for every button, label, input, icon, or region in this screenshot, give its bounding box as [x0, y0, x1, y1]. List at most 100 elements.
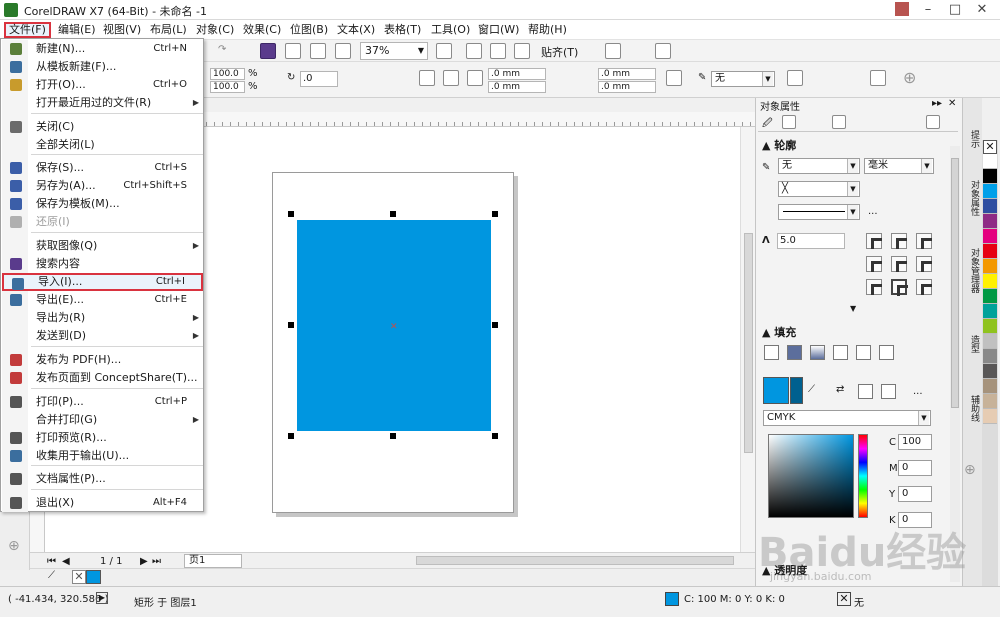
palette-swatch[interactable]	[983, 394, 997, 409]
menu-object[interactable]: 对象(C)	[193, 22, 237, 38]
menu-help[interactable]: 帮助(H)	[525, 22, 570, 38]
maximize-icon[interactable]: □	[945, 1, 965, 19]
menu-item-document-properties[interactable]: 文档属性(P)...	[2, 470, 203, 488]
expand-outline-icon[interactable]: ▼	[850, 304, 856, 313]
menu-item-search-content[interactable]: 搜索内容	[2, 255, 203, 273]
selection-handle[interactable]	[288, 433, 294, 439]
menu-item-export-for[interactable]: 导出为(R) ▶	[2, 309, 203, 327]
menu-table[interactable]: 表格(T)	[381, 22, 424, 38]
palette-swatch[interactable]	[983, 364, 997, 379]
corner-style-round[interactable]	[891, 233, 907, 249]
hue-slider[interactable]	[858, 434, 868, 518]
color-palettes-icon[interactable]	[881, 384, 896, 399]
color-eyedropper-icon[interactable]: ⟋	[808, 384, 815, 395]
previous-fill-color[interactable]	[790, 377, 803, 404]
zoom-level-select[interactable]: 37% ▼	[360, 42, 428, 60]
menu-file[interactable]: 文件(F)	[4, 22, 51, 38]
menu-layout[interactable]: 布局(L)	[147, 22, 190, 38]
search-content-icon[interactable]	[260, 43, 276, 59]
selection-handle[interactable]	[492, 433, 498, 439]
menu-item-open[interactable]: 打开(O)... Ctrl+O	[2, 76, 203, 94]
fill-indicator-swatch[interactable]	[665, 592, 679, 606]
vertical-scrollbar[interactable]	[740, 127, 755, 552]
pattern-fill-icon[interactable]	[833, 345, 848, 360]
eyedropper-icon[interactable]: ⟋	[48, 570, 55, 581]
position-centered[interactable]	[891, 279, 908, 296]
prev-page-icon[interactable]: ◀	[62, 556, 70, 567]
palette-swatch[interactable]	[983, 259, 997, 274]
close-icon[interactable]: ✕	[972, 1, 992, 19]
scallop-corner-icon[interactable]	[443, 70, 459, 86]
palette-swatch[interactable]	[983, 319, 997, 334]
export-icon[interactable]	[310, 43, 326, 59]
menu-item-print-preview[interactable]: 打印预览(R)...	[2, 429, 203, 447]
fill-tab-icon[interactable]	[782, 115, 796, 129]
publish-icon[interactable]	[335, 43, 351, 59]
palette-swatch[interactable]	[983, 154, 997, 169]
more-line-options[interactable]: ...	[868, 206, 878, 217]
magenta-field[interactable]: 0	[898, 460, 932, 476]
palette-swatch[interactable]	[983, 304, 997, 319]
outline-indicator-icon[interactable]: ✕	[837, 592, 851, 606]
palette-swatch[interactable]	[983, 379, 997, 394]
options-icon[interactable]	[605, 43, 621, 59]
rulers-icon[interactable]	[466, 43, 482, 59]
fountain-fill-icon[interactable]	[810, 345, 825, 360]
first-page-icon[interactable]: ⏮	[47, 556, 56, 567]
add-icon[interactable]: ⊕	[903, 68, 916, 87]
position-outside[interactable]	[866, 279, 882, 295]
menu-item-import[interactable]: 导入(I)... Ctrl+I	[2, 273, 203, 291]
menu-edit[interactable]: 编辑(E)	[55, 22, 99, 38]
selection-handle[interactable]	[390, 433, 396, 439]
outline-section-heading[interactable]: ▲ 轮廓	[762, 137, 796, 153]
menu-item-send-to[interactable]: 发送到(D) ▶	[2, 327, 203, 345]
cyan-field[interactable]: 100	[898, 434, 932, 450]
corner-radius-1[interactable]: .0 mm	[488, 68, 546, 80]
corner-style-bevel[interactable]	[916, 233, 932, 249]
summary-tab-icon[interactable]	[926, 115, 940, 129]
menu-item-export[interactable]: 导出(E)... Ctrl+E	[2, 291, 203, 309]
full-screen-icon[interactable]	[436, 43, 452, 59]
round-corner-icon[interactable]	[419, 70, 435, 86]
user-icon[interactable]	[895, 2, 909, 16]
palette-swatch[interactable]	[983, 334, 997, 349]
line-cap-round[interactable]	[891, 256, 907, 272]
palette-swatch[interactable]	[983, 289, 997, 304]
docker-scroll-thumb[interactable]	[951, 158, 959, 408]
add-docker-icon[interactable]: ⊕	[964, 462, 976, 478]
frame-tab-icon[interactable]	[832, 115, 846, 129]
no-color-swatch[interactable]: ✕	[72, 570, 86, 584]
color-viewer-icon[interactable]	[858, 384, 873, 399]
palette-no-color[interactable]: ✕	[983, 140, 997, 154]
import-icon[interactable]	[285, 43, 301, 59]
tab-object-properties[interactable]: 对象属性	[965, 180, 979, 216]
corner-radius-2[interactable]: .0 mm	[488, 81, 546, 93]
selection-handle[interactable]	[492, 322, 498, 328]
menu-tools[interactable]: 工具(O)	[428, 22, 473, 38]
menu-window[interactable]: 窗口(W)	[475, 22, 522, 38]
palette-swatch[interactable]	[983, 169, 997, 184]
launcher-icon[interactable]	[655, 43, 671, 59]
docker-options-icon[interactable]: ▸▸	[932, 98, 942, 109]
no-fill-icon[interactable]	[764, 345, 779, 360]
palette-swatch[interactable]	[983, 184, 997, 199]
tab-hints[interactable]: 提示	[965, 130, 979, 148]
menu-item-print-merge[interactable]: 合并打印(G) ▶	[2, 411, 203, 429]
menu-item-save[interactable]: 保存(S)... Ctrl+S	[2, 159, 203, 177]
menu-text[interactable]: 文本(X)	[334, 22, 378, 38]
line-style-select[interactable]: ▼	[778, 204, 860, 220]
menu-item-acquire-image[interactable]: 获取图像(Q) ▶	[2, 237, 203, 255]
palette-swatch[interactable]	[983, 214, 997, 229]
postscript-fill-icon[interactable]	[879, 345, 894, 360]
yellow-field[interactable]: 0	[898, 486, 932, 502]
outline-width-select[interactable]: 无 ▼	[711, 71, 775, 87]
menu-view[interactable]: 视图(V)	[100, 22, 144, 38]
outline-color-select[interactable]: ╳ ▼	[778, 181, 860, 197]
convert-to-curves-icon[interactable]	[870, 70, 886, 86]
menu-item-publish-to-conceptshare[interactable]: 发布页面到 ConceptShare(T)...	[2, 369, 203, 387]
status-expand-icon[interactable]: ▶	[96, 592, 108, 604]
next-page-icon[interactable]: ▶	[140, 556, 148, 567]
menu-item-collect-for-output[interactable]: 收集用于输出(U)...	[2, 447, 203, 465]
corner-style-miter[interactable]	[866, 233, 882, 249]
grid-icon[interactable]	[490, 43, 506, 59]
